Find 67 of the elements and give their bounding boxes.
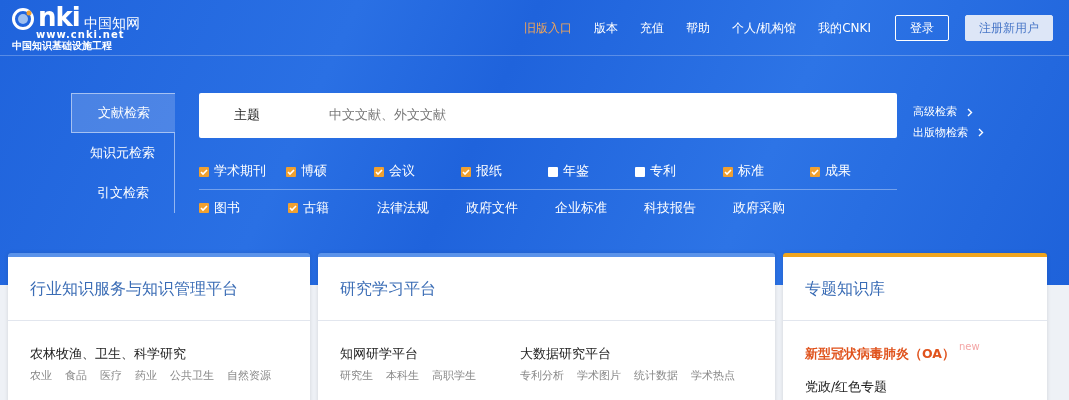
database-checkbox[interactable]: 会议 [373, 162, 461, 181]
logo-name: 中国知网 [83, 15, 140, 30]
nav-link[interactable]: 旧版入口 [524, 18, 573, 37]
topic-link[interactable]: 专利分析 [520, 363, 564, 386]
chevron-icon [978, 128, 984, 138]
checkbox-icon[interactable] [548, 166, 558, 177]
database-link[interactable]: 政府采购 [733, 198, 822, 218]
checkbox-icon[interactable] [460, 166, 471, 177]
logo-emblem-icon [12, 7, 34, 30]
nav-link[interactable]: 版本 [594, 18, 619, 37]
side-link[interactable]: 出版物检索 [913, 124, 984, 141]
search-field[interactable]: 主题 中文文献、外文文献 [199, 93, 897, 138]
nav-link[interactable]: 我的CNKI [818, 18, 871, 37]
card-title: 专题知识库 [783, 257, 1047, 321]
database-link[interactable]: 科技报告 [644, 198, 733, 218]
nav-link[interactable]: 充值 [640, 18, 665, 37]
search-tab[interactable]: 文献检索 [71, 93, 175, 133]
topic-link[interactable]: 研究生 [340, 363, 373, 386]
side-link[interactable]: 高级检索 [913, 104, 984, 121]
checkbox-icon[interactable] [288, 203, 298, 213]
group-heading[interactable]: 知网研学平台 [340, 345, 520, 364]
field-label: 主题 [233, 106, 261, 125]
checkbox-icon[interactable] [199, 166, 209, 177]
topic-link[interactable]: 农业 [30, 363, 52, 386]
database-link[interactable]: 法律法规 [377, 198, 466, 218]
card-title: 研究学习平台 [318, 257, 775, 321]
topic-link[interactable]: 药业 [135, 363, 157, 386]
checkbox-icon[interactable] [809, 166, 820, 177]
database-checkbox[interactable]: 图书 [199, 198, 288, 218]
topic-link[interactable]: 医疗 [100, 363, 122, 386]
topic-link[interactable]: 高职学生 [432, 363, 476, 386]
topic-link[interactable]: 统计数据 [634, 363, 678, 386]
database-checkbox[interactable]: 成果 [809, 162, 897, 181]
search-tab[interactable]: 引文检索 [71, 173, 175, 213]
database-link[interactable]: 企业标准 [555, 198, 644, 218]
database-link[interactable]: 政府文件 [466, 198, 555, 218]
database-checkbox[interactable]: 学术期刊 [199, 162, 287, 181]
group-heading[interactable]: 大数据研究平台 [520, 345, 763, 364]
group-heading[interactable]: 农林牧渔、卫生、科学研究 [30, 345, 298, 364]
database-checkbox[interactable]: 专利 [635, 162, 723, 181]
search-tab[interactable]: 知识元检索 [71, 133, 175, 173]
database-checkbox[interactable]: 古籍 [288, 198, 377, 218]
card-title: 行业知识服务与知识管理平台 [8, 257, 310, 321]
topic-link[interactable]: 学术图片 [577, 363, 621, 386]
database-checkbox[interactable]: 博硕 [286, 162, 374, 181]
chevron-icon [967, 107, 973, 117]
nav-link[interactable]: 个人/机构馆 [732, 18, 797, 37]
nav-link[interactable]: 帮助 [686, 18, 711, 37]
topic-link[interactable]: 自然资源 [227, 363, 271, 386]
checkbox-icon[interactable] [722, 166, 733, 177]
checkbox-icon[interactable] [635, 166, 646, 177]
topic-link[interactable]: 公共卫生 [170, 363, 214, 386]
topic-link[interactable]: 食品 [65, 363, 87, 386]
group-heading[interactable]: 党政/红色专题 [805, 377, 1035, 397]
database-checkbox[interactable]: 报纸 [460, 162, 548, 181]
login-button[interactable]: 登录 [895, 14, 949, 41]
topic-link[interactable]: 学术热点 [691, 363, 735, 386]
register-button[interactable]: 注册新用户 [965, 14, 1053, 41]
logo-tagline: 中国知识基础设施工程 [12, 39, 113, 52]
logo-url: www.cnki.net [36, 29, 126, 40]
checkbox-icon[interactable] [286, 166, 297, 177]
topic-link[interactable]: 本科生 [386, 363, 419, 386]
database-checkbox[interactable]: 标准 [722, 162, 810, 181]
database-checkbox[interactable]: 年鉴 [548, 162, 636, 181]
logo-wordmark: nki [38, 3, 80, 30]
checkbox-icon[interactable] [199, 203, 209, 213]
checkbox-icon[interactable] [373, 166, 384, 177]
